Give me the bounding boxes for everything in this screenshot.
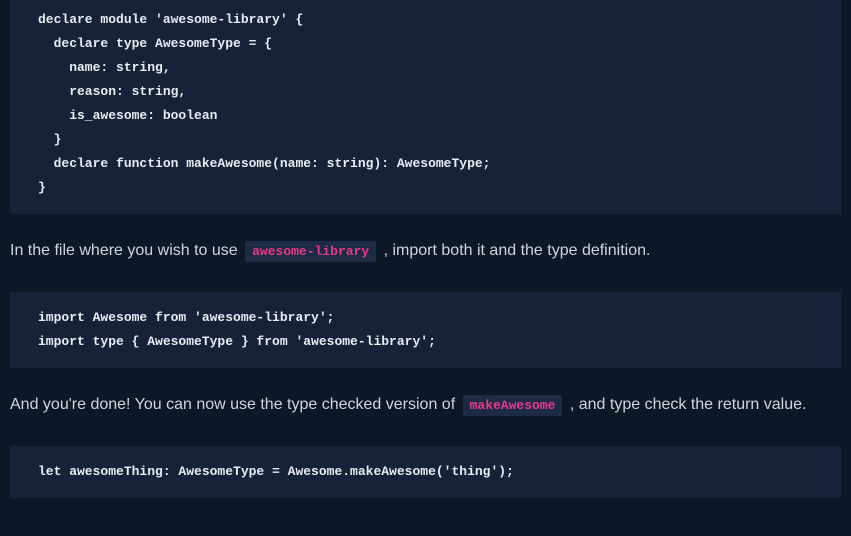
prose-text: And you're done! You can now use the typ…	[10, 396, 460, 413]
prose-text: , import both it and the type definition…	[379, 242, 650, 259]
code-block-usage: let awesomeThing: AwesomeType = Awesome.…	[10, 446, 841, 498]
code-block-import: import Awesome from 'awesome-library'; i…	[10, 292, 841, 368]
paragraph-import-instruction: In the file where you wish to use awesom…	[10, 238, 841, 264]
inline-code-library-name: awesome-library	[245, 241, 376, 262]
inline-code-function-name: makeAwesome	[463, 395, 563, 416]
prose-text: , and type check the return value.	[565, 396, 806, 413]
paragraph-usage-instruction: And you're done! You can now use the typ…	[10, 392, 841, 418]
prose-text: In the file where you wish to use	[10, 242, 242, 259]
code-block-declare: declare module 'awesome-library' { decla…	[10, 0, 841, 214]
